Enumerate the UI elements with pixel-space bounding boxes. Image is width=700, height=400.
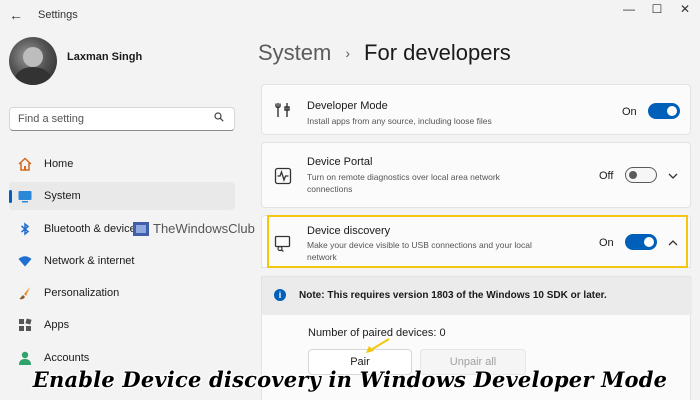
breadcrumb-parent[interactable]: System	[258, 40, 331, 66]
sidebar-item-label: Home	[44, 158, 74, 170]
watermark: TheWindowsClub	[133, 221, 255, 236]
sidebar-item-label: Apps	[44, 319, 70, 331]
highlight-box	[267, 215, 688, 268]
search-box[interactable]	[9, 107, 235, 131]
sidebar-item-label: Network & internet	[44, 255, 135, 267]
annotation-arrow-icon	[366, 338, 390, 353]
watermark-logo-icon	[133, 221, 149, 236]
sidebar-item-label: System	[44, 190, 81, 202]
setting-title: Developer Mode	[307, 100, 388, 112]
user-name: Laxman Singh	[67, 51, 143, 63]
setting-title: Device Portal	[307, 156, 373, 168]
toggle-knob	[629, 171, 637, 179]
toggle-knob	[667, 106, 677, 116]
apps-icon	[19, 318, 32, 331]
setting-description: Install apps from any source, including …	[307, 116, 492, 126]
active-indicator	[9, 190, 12, 203]
close-button[interactable]: ✕	[670, 2, 700, 16]
wifi-icon	[18, 256, 32, 267]
chevron-down-icon[interactable]	[668, 171, 678, 181]
info-icon: i	[274, 289, 286, 301]
breadcrumb: System › For developers	[258, 40, 511, 66]
developer-mode-toggle[interactable]	[648, 103, 680, 119]
sidebar-item-system[interactable]: System	[9, 182, 235, 210]
brush-icon	[19, 287, 30, 300]
sidebar-item-label: Bluetooth & devices	[44, 223, 142, 235]
watermark-text: TheWindowsClub	[153, 221, 255, 236]
sidebar-item-home[interactable]: Home	[9, 150, 235, 178]
device-portal-toggle[interactable]	[625, 167, 657, 183]
minimize-button[interactable]: —	[614, 2, 644, 16]
setting-state: On	[622, 106, 637, 118]
sidebar-item-label: Accounts	[44, 352, 90, 364]
developer-mode-card: Developer Mode Install apps from any sou…	[261, 84, 691, 135]
avatar-body	[15, 67, 51, 85]
app-title: Settings	[38, 9, 78, 21]
sidebar-item-network[interactable]: Network & internet	[9, 247, 235, 275]
sidebar-item-apps[interactable]: Apps	[9, 311, 235, 339]
bluetooth-icon	[21, 222, 30, 236]
setting-state: Off	[599, 170, 614, 182]
sidebar-item-label: Personalization	[44, 287, 120, 299]
pulse-icon	[274, 167, 292, 185]
note-text: Note: This requires version 1803 of the …	[299, 290, 607, 301]
system-icon	[18, 191, 32, 203]
page-title: For developers	[364, 40, 511, 65]
arrow-left-icon[interactable]: ←	[9, 7, 23, 23]
search-icon[interactable]	[214, 112, 224, 122]
title-bar: ← Settings — ☐ ✕	[0, 0, 700, 32]
setting-description: Turn on remote diagnostics over local ar…	[307, 172, 500, 194]
maximize-button[interactable]: ☐	[642, 2, 672, 16]
avatar-face	[23, 47, 43, 67]
sidebar-item-personalization[interactable]: Personalization	[9, 279, 235, 307]
note-bar: i Note: This requires version 1803 of th…	[262, 277, 692, 315]
tools-icon	[275, 103, 290, 117]
search-input[interactable]	[18, 112, 208, 126]
accounts-icon	[19, 351, 31, 365]
avatar[interactable]	[9, 37, 57, 85]
caption-text: Enable Device discovery in Windows Devel…	[32, 367, 668, 392]
device-portal-card[interactable]: Device Portal Turn on remote diagnostics…	[261, 142, 691, 208]
breadcrumb-separator: ›	[345, 45, 351, 61]
home-icon	[18, 157, 32, 171]
